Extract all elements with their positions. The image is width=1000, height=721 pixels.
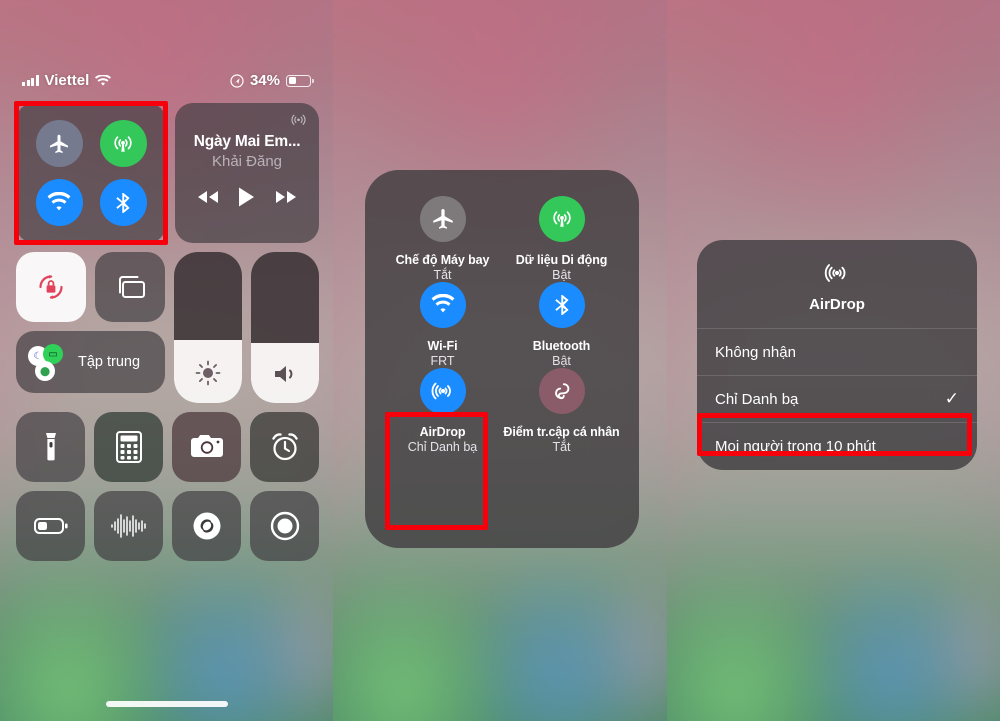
airplane-mode-control[interactable]: Chế độ Máy bay Tắt (383, 196, 502, 282)
personal-hotspot-control[interactable]: Điểm tr.cập cá nhân Tắt (502, 368, 621, 454)
airplane-mode-button[interactable] (35, 120, 83, 167)
focus-label: Tập trung (78, 354, 141, 370)
airdrop-option-contacts-only[interactable]: Chỉ Danh bạ ✓ (697, 376, 977, 423)
bluetooth-state: Bật (552, 354, 571, 368)
wifi-button[interactable] (35, 179, 83, 226)
shazam-icon (190, 509, 224, 543)
hearing-icon (109, 512, 149, 540)
screen-mirroring-icon (113, 273, 147, 301)
location-services-icon (230, 73, 244, 88)
brightness-slider[interactable] (174, 252, 242, 403)
wifi-icon[interactable] (419, 282, 466, 328)
play-icon[interactable] (237, 186, 256, 208)
wifi-icon (95, 74, 112, 87)
fast-forward-icon[interactable] (273, 189, 299, 205)
airdrop-option-label: Mọi người trong 10 phút (715, 438, 876, 455)
connectivity-expanded-card: Chế độ Máy bay Tắt Dữ liệu Di động Bật W… (365, 170, 639, 548)
airdrop-sheet-title: AirDrop (809, 296, 865, 313)
checkmark-icon: ✓ (944, 389, 959, 408)
screenshot-stage: Viettel 34% Ngày Mai Em... Khải Đăng ☾ ▭… (0, 0, 1000, 721)
airdrop-state: Chỉ Danh bạ (407, 440, 478, 454)
airdrop-sheet-header: AirDrop (697, 240, 977, 329)
shazam-button[interactable] (172, 491, 241, 561)
airplane-mode-label: Chế độ Máy bay (395, 253, 490, 267)
calculator-icon (114, 430, 144, 464)
calculator-button[interactable] (94, 412, 163, 482)
wifi-label: Wi-Fi (427, 339, 458, 353)
cellular-data-icon[interactable] (538, 196, 585, 242)
focus-tile[interactable]: ☾ ▭ ⬤ Tập trung (16, 331, 165, 393)
flashlight-icon (39, 430, 63, 464)
cellular-data-button[interactable] (99, 120, 147, 167)
low-power-mode-button[interactable] (16, 491, 85, 561)
battery-icon (286, 74, 314, 87)
wifi-control[interactable]: Wi-Fi FRT (383, 282, 502, 368)
personal-hotspot-label: Điểm tr.cập cá nhân (503, 425, 620, 439)
airdrop-option-everyone-10-minutes[interactable]: Mọi người trong 10 phút (697, 423, 977, 470)
bluetooth-label: Bluetooth (532, 339, 591, 353)
wifi-state: FRT (430, 354, 455, 368)
camera-icon (189, 433, 225, 461)
control-center-grid: Ngày Mai Em... Khải Đăng ☾ ▭ ⬤ Tập trung (16, 103, 319, 570)
carrier-label: Viettel (44, 72, 90, 89)
connectivity-tile[interactable] (16, 103, 166, 243)
now-playing-tile[interactable]: Ngày Mai Em... Khải Đăng (175, 103, 319, 243)
cellular-signal-icon (22, 75, 39, 86)
volume-icon (270, 361, 300, 387)
cellular-data-label: Dữ liệu Di động (515, 253, 608, 267)
airplane-mode-state: Tắt (433, 268, 452, 282)
battery-percent-label: 34% (249, 72, 280, 89)
home-indicator (105, 701, 228, 707)
personal-hotspot-icon[interactable] (538, 368, 585, 414)
screen-record-icon (268, 509, 302, 543)
screen-record-button[interactable] (250, 491, 319, 561)
connectivity-items-grid: Chế độ Máy bay Tắt Dữ liệu Di động Bật W… (383, 196, 621, 454)
rewind-icon[interactable] (195, 189, 221, 205)
personal-hotspot-state: Tắt (552, 440, 571, 454)
track-title: Ngày Mai Em... (193, 133, 301, 150)
airdrop-option-label: Không nhận (715, 343, 796, 361)
alarm-clock-icon (269, 431, 301, 463)
cellular-data-control[interactable]: Dữ liệu Di động Bật (502, 196, 621, 282)
personal-focus-icon: ⬤ (35, 361, 55, 381)
volume-slider[interactable] (251, 252, 319, 403)
camera-button[interactable] (172, 412, 241, 482)
airdrop-label: AirDrop (419, 425, 466, 439)
airplane-icon (47, 132, 71, 156)
airdrop-icon (822, 258, 852, 288)
airplay-icon[interactable] (290, 113, 307, 130)
bluetooth-button[interactable] (99, 179, 147, 226)
airdrop-option-label: Chỉ Danh bạ (715, 390, 799, 408)
bluetooth-icon[interactable] (538, 282, 585, 328)
flashlight-button[interactable] (16, 412, 85, 482)
screen-mirroring-button[interactable] (95, 252, 165, 322)
airplane-icon[interactable] (419, 196, 466, 242)
cellular-data-icon (110, 131, 136, 157)
panel-connectivity-expanded: Chế độ Máy bay Tắt Dữ liệu Di động Bật W… (333, 0, 667, 721)
alarm-button[interactable] (250, 412, 319, 482)
hearing-button[interactable] (94, 491, 163, 561)
airdrop-icon[interactable] (419, 368, 466, 414)
rotation-lock-icon (33, 269, 69, 305)
panel-control-center: Viettel 34% Ngày Mai Em... Khải Đăng ☾ ▭… (0, 0, 333, 721)
status-bar: Viettel 34% (0, 72, 333, 89)
bluetooth-icon (110, 190, 136, 216)
wifi-icon (46, 191, 72, 214)
low-power-mode-icon (33, 516, 69, 536)
panel-airdrop-options: AirDrop Không nhận Chỉ Danh bạ ✓ Mọi ngư… (667, 0, 1000, 721)
airdrop-options-sheet: AirDrop Không nhận Chỉ Danh bạ ✓ Mọi ngư… (697, 240, 977, 470)
focus-icons-cluster: ☾ ▭ ⬤ (28, 342, 68, 382)
bluetooth-control[interactable]: Bluetooth Bật (502, 282, 621, 368)
airdrop-control[interactable]: AirDrop Chỉ Danh bạ (383, 368, 502, 454)
airdrop-option-receiving-off[interactable]: Không nhận (697, 329, 977, 376)
rotation-lock-button[interactable] (16, 252, 86, 322)
cellular-data-state: Bật (552, 268, 571, 282)
brightness-icon (194, 359, 222, 387)
track-artist: Khải Đăng (211, 153, 283, 170)
